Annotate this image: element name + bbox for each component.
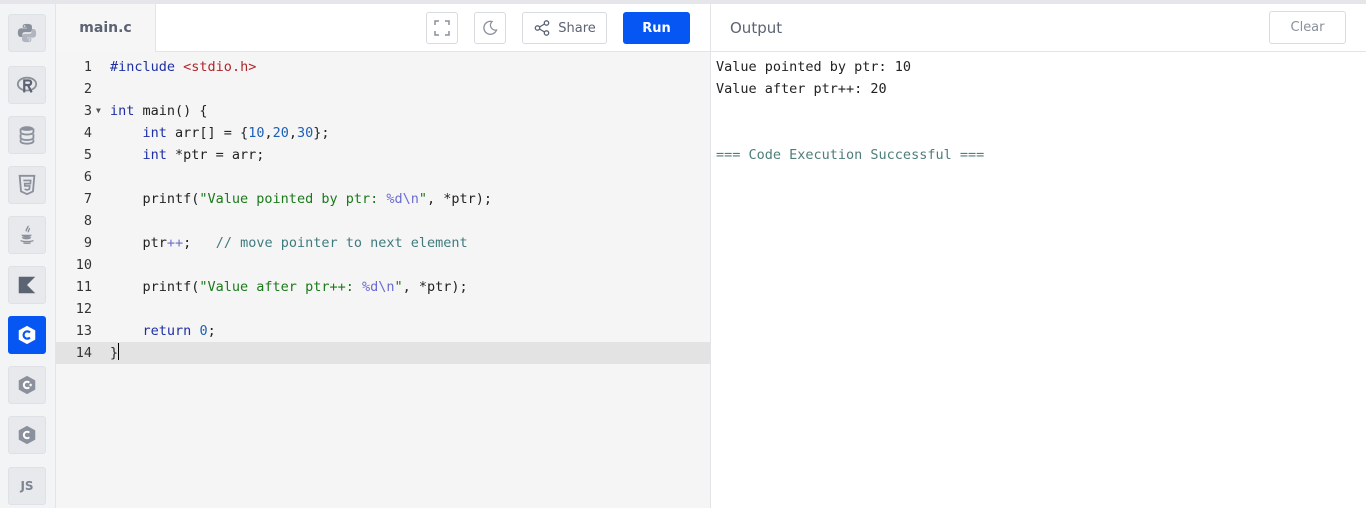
cpp-language-button[interactable] <box>8 366 46 404</box>
output-console: Value pointed by ptr: 10 Value after ptr… <box>710 52 1366 508</box>
code-line: 8 <box>56 210 710 232</box>
execution-status: === Code Execution Successful === <box>716 147 985 163</box>
line-number: 11 <box>75 279 92 295</box>
share-label: Share <box>558 20 596 36</box>
share-button[interactable]: Share <box>522 12 607 44</box>
code-editor[interactable]: 1 #include <stdio.h> 2 3 ▼ int main() { … <box>56 52 710 508</box>
line-number: 5 <box>83 147 92 163</box>
text-cursor <box>118 343 120 360</box>
database-icon <box>19 126 35 145</box>
code-text: printf("Value after ptr++: %d\n", *ptr); <box>110 279 468 295</box>
run-button[interactable]: Run <box>623 12 690 44</box>
moon-icon <box>483 20 498 35</box>
javascript-icon: JS <box>20 479 34 493</box>
code-line: 5 int *ptr = arr; <box>56 144 710 166</box>
dark-mode-button[interactable] <box>474 12 506 44</box>
r-language-button[interactable] <box>8 66 46 104</box>
code-line: 7 printf("Value pointed by ptr: %d\n", *… <box>56 188 710 210</box>
code-line: 9 ptr++; // move pointer to next element <box>56 232 710 254</box>
code-line: 3 ▼ int main() { <box>56 100 710 122</box>
code-text: ptr++; // move pointer to next element <box>110 235 468 251</box>
code-text: #include <stdio.h> <box>110 59 257 75</box>
csharp-icon <box>18 425 36 445</box>
code-text: int main() { <box>110 103 208 119</box>
line-number: 3 <box>83 103 92 119</box>
c-language-button[interactable] <box>8 316 46 354</box>
javascript-language-button[interactable]: JS <box>8 467 46 505</box>
line-number: 8 <box>83 213 92 229</box>
code-line: 10 <box>56 254 710 276</box>
code-line: 6 <box>56 166 710 188</box>
output-header: Output Clear <box>710 4 1366 52</box>
line-number: 13 <box>75 323 92 339</box>
code-line: 1 #include <stdio.h> <box>56 56 710 78</box>
c-icon <box>18 325 36 345</box>
kotlin-icon <box>18 276 36 294</box>
fold-arrow-icon[interactable]: ▼ <box>96 100 101 122</box>
line-number: 12 <box>75 301 92 317</box>
output-line: Value after ptr++: 20 <box>716 81 887 97</box>
file-tab[interactable]: main.c <box>56 4 156 52</box>
clear-button[interactable]: Clear <box>1269 11 1346 44</box>
html5-icon <box>18 174 36 196</box>
output-line: Value pointed by ptr: 10 <box>716 59 912 75</box>
code-text: int arr[] = {10,20,30}; <box>142 125 330 141</box>
java-icon <box>20 225 34 245</box>
sql-language-button[interactable] <box>8 116 46 154</box>
code-line: 12 <box>56 298 710 320</box>
editor-toolbar: main.c Share Run <box>56 4 710 52</box>
line-number: 9 <box>83 235 92 251</box>
cpp-icon <box>18 375 36 395</box>
code-text: } <box>110 343 120 361</box>
java-language-button[interactable] <box>8 216 46 254</box>
code-line: 11 printf("Value after ptr++: %d\n", *pt… <box>56 276 710 298</box>
line-number: 14 <box>75 345 92 361</box>
csharp-language-button[interactable] <box>8 416 46 454</box>
code-line: 4 int arr[] = {10,20,30}; <box>56 122 710 144</box>
code-line: 2 <box>56 78 710 100</box>
html-language-button[interactable] <box>8 166 46 204</box>
output-title: Output <box>730 19 783 37</box>
line-number: 10 <box>75 257 92 273</box>
line-number: 6 <box>83 169 92 185</box>
line-number: 7 <box>83 191 92 207</box>
line-number: 2 <box>83 81 92 97</box>
kotlin-language-button[interactable] <box>8 266 46 304</box>
code-text: return 0; <box>142 323 216 339</box>
fullscreen-icon <box>434 20 450 36</box>
share-icon <box>534 20 550 36</box>
current-code-line: 14 } <box>56 342 710 364</box>
line-number: 4 <box>83 125 92 141</box>
code-text: printf("Value pointed by ptr: %d\n", *pt… <box>110 191 493 207</box>
line-number: 1 <box>83 59 92 75</box>
fullscreen-button[interactable] <box>426 12 458 44</box>
python-icon <box>17 23 37 43</box>
r-icon <box>16 76 38 93</box>
online-compiler: JS main.c Share Run 1 #include <stdio.h>… <box>0 0 1366 508</box>
code-line: 13 return 0; <box>56 320 710 342</box>
language-sidebar: JS <box>0 4 56 508</box>
code-text: int *ptr = arr; <box>142 147 265 163</box>
python-language-button[interactable] <box>8 14 46 52</box>
